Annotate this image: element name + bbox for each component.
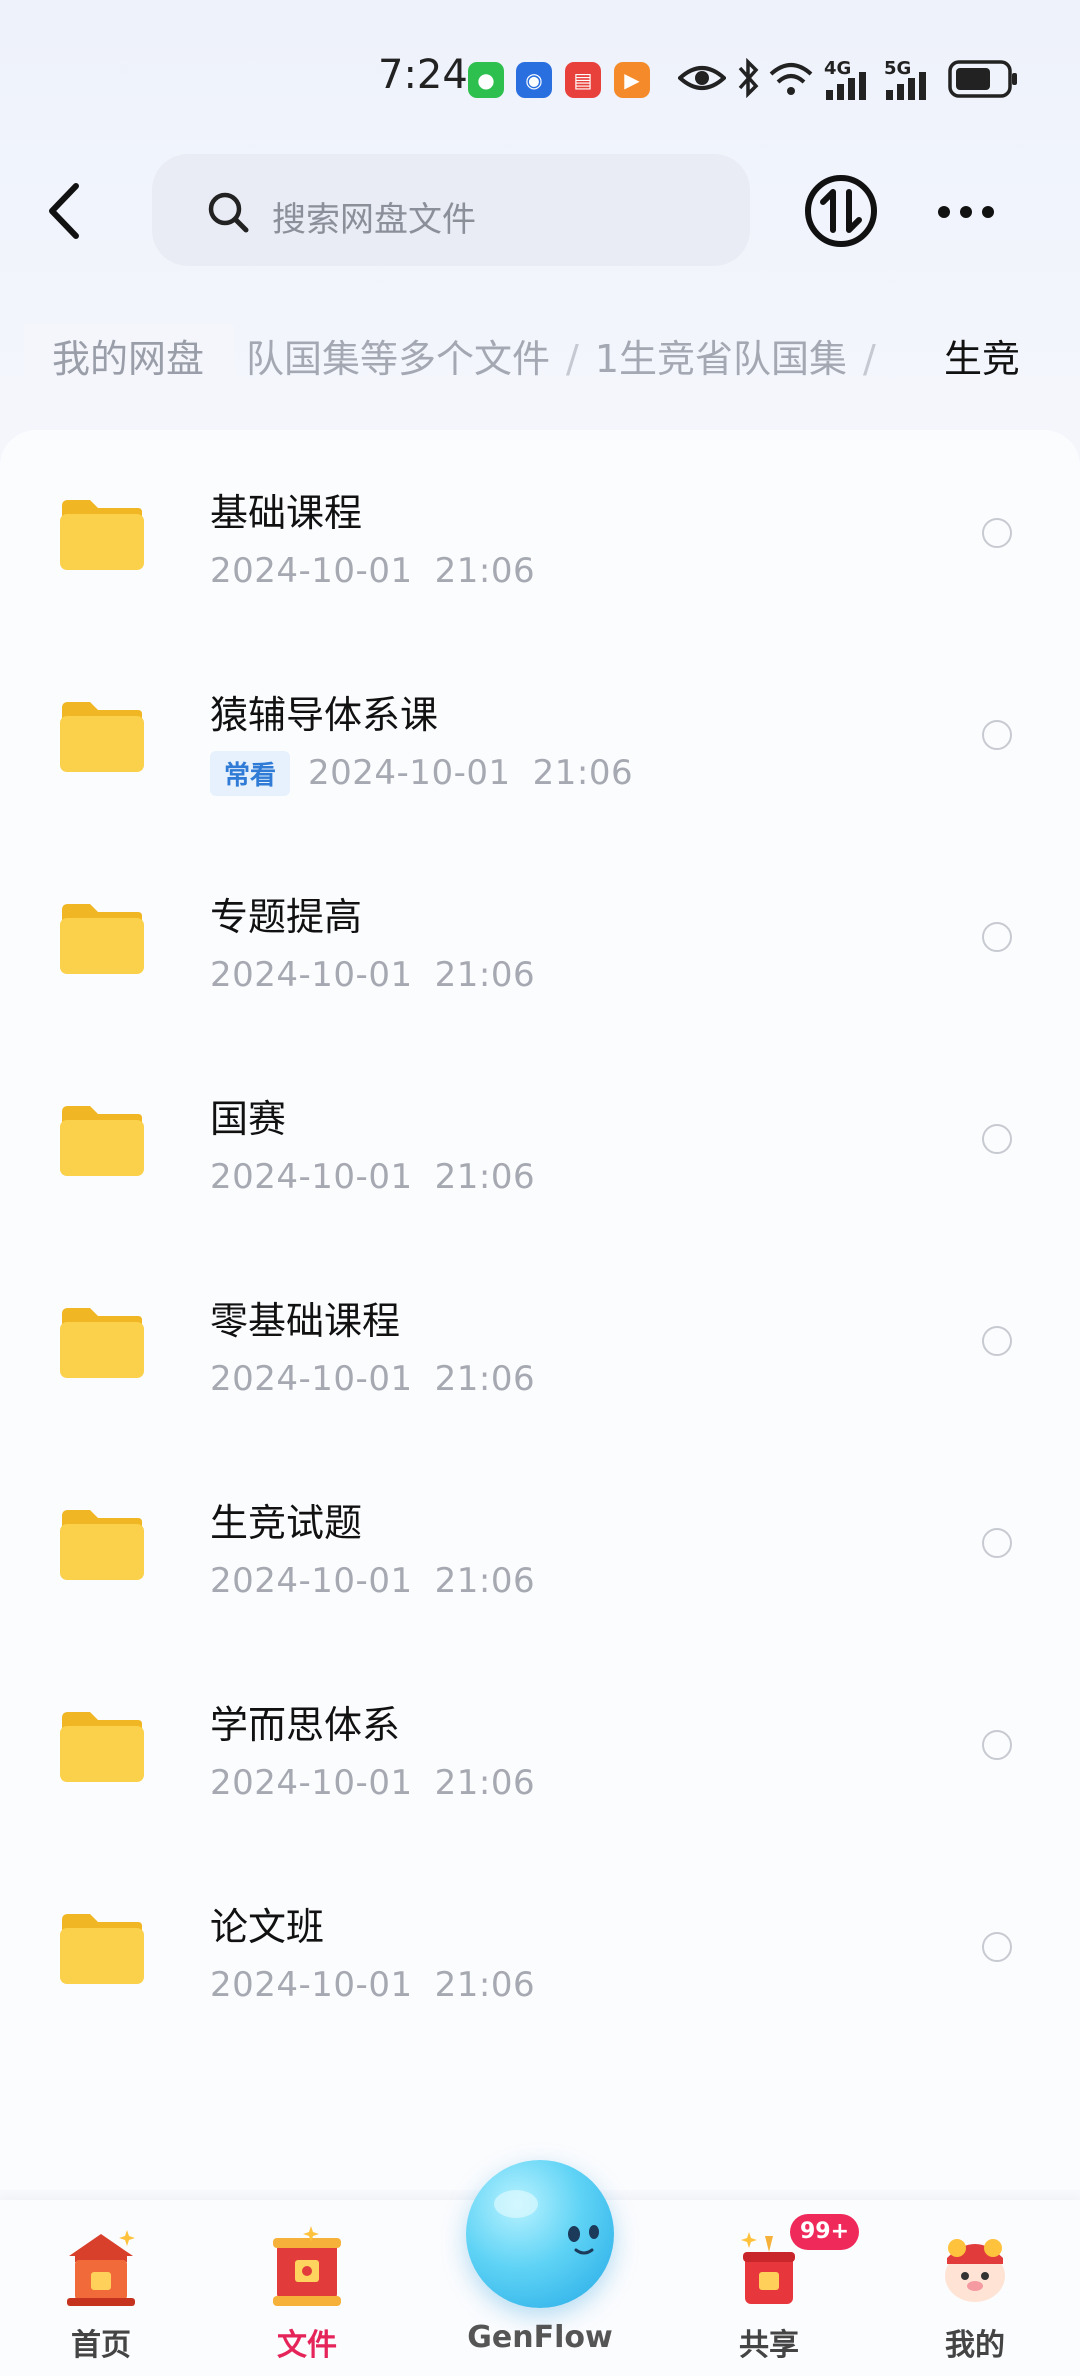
folder-row[interactable]: 国赛 2024-10-01 21:06 [0, 1036, 1080, 1238]
nav-share-label: 共享 [739, 2328, 799, 2363]
folder-meta: 2024-10-01 21:06 [210, 1356, 535, 1402]
folder-date: 2024-10-01 21:06 [210, 1157, 536, 1197]
select-checkbox[interactable] [982, 720, 1012, 750]
select-checkbox[interactable] [982, 1326, 1012, 1356]
folder-row[interactable]: 学而思体系 2024-10-01 21:06 [0, 1642, 1080, 1844]
folder-row[interactable]: 基础课程 2024-10-01 21:06 [0, 430, 1080, 632]
frequent-tag-badge: 常看 [210, 750, 291, 796]
more-options-icon[interactable] [934, 192, 998, 232]
folder-date: 2024-10-01 21:06 [210, 1561, 536, 1601]
folder-name: 基础课程 [210, 491, 363, 535]
breadcrumb-item[interactable]: 队国集等多个文件 [246, 337, 550, 381]
search-input[interactable]: 搜索网盘文件 [152, 154, 750, 266]
home-icon [67, 2230, 135, 2306]
search-icon [208, 192, 249, 233]
folder-meta: 2024-10-01 21:06 [210, 1962, 535, 2008]
nav-home-label: 首页 [71, 2328, 131, 2363]
breadcrumb-separator: / [863, 337, 876, 381]
breadcrumb-current: 生竞 [944, 337, 1021, 381]
folder-name: 猿辅导体系课 [210, 693, 439, 737]
select-checkbox[interactable] [982, 1528, 1012, 1558]
select-checkbox[interactable] [982, 1124, 1012, 1154]
select-checkbox[interactable] [982, 518, 1012, 548]
folder-icon [60, 1914, 144, 1984]
profile-avatar-icon [945, 2239, 1005, 2302]
folder-icon [60, 1510, 144, 1580]
folder-name: 学而思体系 [210, 1703, 401, 1747]
wifi-icon [769, 63, 813, 95]
nav-files-label: 文件 [277, 2328, 337, 2363]
folder-icon [60, 702, 144, 772]
folder-date: 2024-10-01 21:06 [308, 753, 634, 793]
signal-4g-icon [826, 72, 866, 100]
nav-genflow-label[interactable]: GenFlow [440, 2320, 640, 2355]
folder-row[interactable]: 生竞试题 2024-10-01 21:06 [0, 1440, 1080, 1642]
folder-icon [60, 1712, 144, 1782]
genflow-face-icon [494, 2190, 599, 2255]
breadcrumb-item[interactable]: 1生竞省队国集 [595, 337, 847, 381]
book-app-icon: ▤ [565, 62, 601, 98]
bulb-app-icon: ◉ [516, 62, 552, 98]
folder-name: 国赛 [210, 1097, 287, 1141]
breadcrumb: 队国集等多个文件 / 1生竞省队国集 / 我的网盘 生竞 [0, 316, 1080, 406]
folder-meta: 2024-10-01 21:06 [210, 548, 535, 594]
folder-name: 零基础课程 [210, 1299, 401, 1343]
eye-icon [678, 66, 726, 90]
nav-mine-label: 我的 [945, 2328, 1005, 2363]
bottom-nav: 首页 文件 GenFlow 共享 99+ 我的 [0, 2160, 1080, 2376]
breadcrumb-root[interactable]: 我的网盘 [24, 324, 235, 394]
folder-meta: 2024-10-01 21:06 [210, 952, 535, 998]
genflow-assistant-icon[interactable] [466, 2160, 614, 2308]
folder-date: 2024-10-01 21:06 [210, 1965, 536, 2005]
search-placeholder: 搜索网盘文件 [272, 200, 476, 240]
folder-name: 专题提高 [210, 895, 363, 939]
folder-name: 生竞试题 [210, 1501, 363, 1545]
folder-meta: 2024-10-01 21:06 [210, 1558, 535, 1604]
header-bar: 搜索网盘文件 [0, 150, 1080, 270]
folder-row[interactable]: 论文班 2024-10-01 21:06 [0, 1844, 1080, 2046]
folder-name: 论文班 [210, 1905, 325, 1949]
file-list: 基础课程 2024-10-01 21:06 猿辅导体系课 常看 2024-10-0… [0, 430, 1080, 2190]
folder-meta: 2024-10-01 21:06 [210, 1760, 535, 1806]
status-time: 7:24 [378, 52, 468, 98]
folder-row[interactable]: 专题提高 2024-10-01 21:06 [0, 834, 1080, 1036]
status-bar: 7:24 ● ◉ ▤ ▶ 4G 5G [0, 0, 1080, 150]
folder-icon [60, 1106, 144, 1176]
folder-icon [60, 1308, 144, 1378]
folder-row[interactable]: 零基础课程 2024-10-01 21:06 [0, 1238, 1080, 1440]
nav-home[interactable]: 首页 [26, 2200, 176, 2376]
breadcrumb-trail: 队国集等多个文件 / 1生竞省队国集 / [246, 324, 892, 394]
nav-files[interactable]: 文件 [232, 2200, 382, 2376]
folder-meta: 2024-10-01 21:06 [210, 1154, 535, 1200]
folder-date: 2024-10-01 21:06 [210, 1763, 536, 1803]
back-arrow-icon[interactable] [36, 176, 96, 246]
signal-5g-icon [886, 72, 926, 100]
folder-date: 2024-10-01 21:06 [210, 1359, 536, 1399]
battery-icon [948, 60, 1017, 98]
bluetooth-icon [738, 58, 759, 98]
folder-icon [60, 904, 144, 974]
folder-date: 2024-10-01 21:06 [210, 955, 536, 995]
share-notification-badge: 99+ [790, 2214, 860, 2250]
breadcrumb-separator: / [566, 337, 579, 381]
folder-icon [60, 500, 144, 570]
files-icon [273, 2226, 341, 2306]
folder-row[interactable]: 猿辅导体系课 常看 2024-10-01 21:06 [0, 632, 1080, 834]
folder-date: 2024-10-01 21:06 [210, 551, 536, 591]
nav-mine[interactable]: 我的 [900, 2200, 1050, 2376]
video-app-icon: ▶ [614, 62, 650, 98]
wechat-icon: ● [468, 62, 504, 98]
select-checkbox[interactable] [982, 1932, 1012, 1962]
select-checkbox[interactable] [982, 922, 1012, 952]
select-checkbox[interactable] [982, 1730, 1012, 1760]
transfer-icon[interactable] [804, 174, 878, 248]
folder-meta: 常看 2024-10-01 21:06 [210, 750, 633, 796]
